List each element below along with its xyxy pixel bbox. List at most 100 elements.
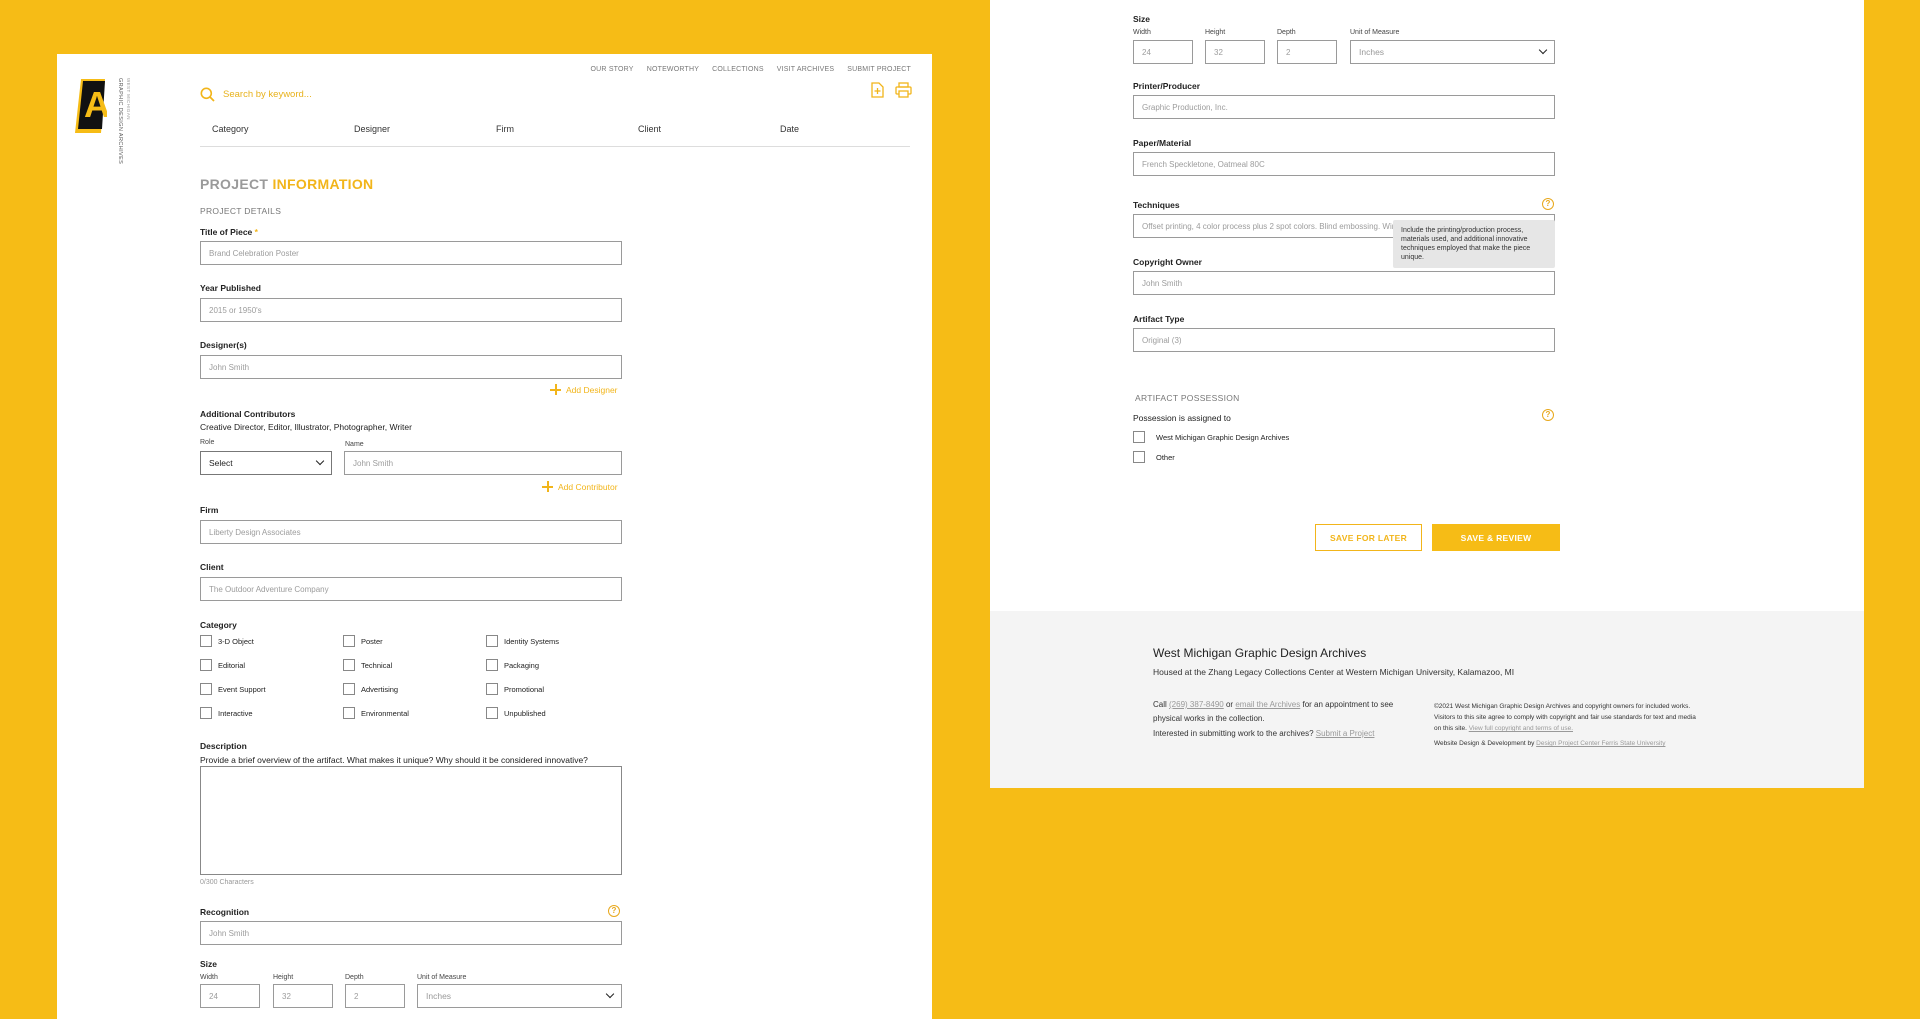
- firm-input[interactable]: Liberty Design Associates: [200, 520, 622, 544]
- category-packaging[interactable]: Packaging: [486, 659, 539, 671]
- footer-terms-link[interactable]: View full copyright and terms of use.: [1469, 725, 1573, 732]
- footer-submit-link[interactable]: Submit a Project: [1316, 729, 1375, 738]
- description-textarea[interactable]: [200, 766, 622, 875]
- copyright-input[interactable]: John Smith: [1133, 271, 1555, 295]
- checkbox-label: Editorial: [218, 660, 246, 670]
- add-contributor-button[interactable]: Add Contributor: [542, 481, 618, 492]
- site-footer: West Michigan Graphic Design Archives Ho…: [990, 611, 1864, 788]
- filter-designer[interactable]: Designer: [342, 124, 484, 146]
- nav-our-story[interactable]: OUR STORY: [591, 66, 634, 73]
- add-document-icon[interactable]: [870, 82, 885, 98]
- category-unpublished[interactable]: Unpublished: [486, 707, 546, 719]
- help-icon[interactable]: ?: [1542, 409, 1554, 421]
- unit-label: Unit of Measure: [1350, 29, 1400, 36]
- printer-input[interactable]: Graphic Production, Inc.: [1133, 95, 1555, 119]
- search-bar[interactable]: Search by keyword...: [200, 82, 500, 106]
- logo-wordmark: GRAPHIC DESIGN ARCHIVES WEST MICHIGAN: [113, 78, 131, 164]
- nav-collections[interactable]: COLLECTIONS: [712, 66, 764, 73]
- category-event-support[interactable]: Event Support: [200, 683, 266, 695]
- page-title: PROJECT INFORMATION: [200, 176, 373, 192]
- width-input[interactable]: 24: [1133, 40, 1193, 64]
- category-promotional[interactable]: Promotional: [486, 683, 544, 695]
- help-icon[interactable]: ?: [1542, 198, 1554, 210]
- plus-icon: [550, 384, 561, 395]
- nav-noteworthy[interactable]: NOTEWORTHY: [647, 66, 699, 73]
- search-icon[interactable]: [200, 87, 215, 102]
- save-for-later-button[interactable]: SAVE FOR LATER: [1315, 524, 1422, 551]
- checkbox-label: Advertising: [361, 684, 399, 694]
- checkbox[interactable]: [1133, 451, 1145, 463]
- checkbox[interactable]: [200, 635, 212, 647]
- possession-option-other[interactable]: Other: [1133, 451, 1175, 463]
- footer-credit-link[interactable]: Design Project Center Ferris State Unive…: [1536, 740, 1665, 747]
- required-asterisk: *: [254, 227, 258, 237]
- paper-label: Paper/Material: [1133, 138, 1192, 148]
- year-label: Year Published: [200, 283, 261, 293]
- unit-select[interactable]: Inches: [417, 984, 622, 1008]
- checkbox[interactable]: [486, 635, 498, 647]
- add-designer-button[interactable]: Add Designer: [550, 384, 618, 395]
- height-input[interactable]: 32: [1205, 40, 1265, 64]
- checkbox[interactable]: [486, 659, 498, 671]
- title-input[interactable]: Brand Celebration Poster: [200, 241, 622, 265]
- filter-date[interactable]: Date: [768, 124, 910, 146]
- unit-select[interactable]: Inches: [1350, 40, 1555, 64]
- logo-subtext: WEST MICHIGAN: [126, 78, 131, 120]
- category-editorial[interactable]: Editorial: [200, 659, 245, 671]
- category-3d-object[interactable]: 3-D Object: [200, 635, 254, 647]
- save-and-review-button[interactable]: SAVE & REVIEW: [1432, 524, 1560, 551]
- contributor-name-input[interactable]: John Smith: [344, 451, 622, 475]
- category-environmental[interactable]: Environmental: [343, 707, 409, 719]
- possession-option-wmgda[interactable]: West Michigan Graphic Design Archives: [1133, 431, 1289, 443]
- checkbox[interactable]: [200, 707, 212, 719]
- width-label: Width: [1133, 29, 1151, 36]
- section-artifact-possession: ARTIFACT POSSESSION: [1135, 393, 1240, 403]
- recognition-label: Recognition: [200, 907, 250, 917]
- help-icon[interactable]: ?: [608, 905, 620, 917]
- checkbox[interactable]: [486, 683, 498, 695]
- nav-visit-archives[interactable]: VISIT ARCHIVES: [777, 66, 835, 73]
- checkbox[interactable]: [343, 707, 355, 719]
- width-input[interactable]: 24: [200, 984, 260, 1008]
- category-technical[interactable]: Technical: [343, 659, 392, 671]
- checkbox[interactable]: [343, 635, 355, 647]
- checkbox-label: Promotional: [504, 684, 545, 694]
- checkbox[interactable]: [1133, 431, 1145, 443]
- print-icon[interactable]: [895, 82, 912, 98]
- filter-bar: Category Designer Firm Client Date: [200, 124, 910, 147]
- depth-input[interactable]: 2: [345, 984, 405, 1008]
- paper-input[interactable]: French Speckletone, Oatmeal 80C: [1133, 152, 1555, 176]
- checkbox[interactable]: [200, 683, 212, 695]
- artifact-type-input[interactable]: Original (3): [1133, 328, 1555, 352]
- size-label: Size: [200, 959, 218, 969]
- checkbox[interactable]: [343, 659, 355, 671]
- category-advertising[interactable]: Advertising: [343, 683, 398, 695]
- category-poster[interactable]: Poster: [343, 635, 383, 647]
- checkbox[interactable]: [343, 683, 355, 695]
- footer-email-link[interactable]: email the Archives: [1235, 700, 1300, 709]
- designers-input[interactable]: John Smith: [200, 355, 622, 379]
- category-label: Category: [200, 620, 237, 630]
- site-logo[interactable]: A GRAPHIC DESIGN ARCHIVES WEST MICHIGAN: [75, 74, 155, 164]
- recognition-input[interactable]: John Smith: [200, 921, 622, 945]
- artifact-type-label: Artifact Type: [1133, 314, 1185, 324]
- filter-firm[interactable]: Firm: [484, 124, 626, 146]
- client-input[interactable]: The Outdoor Adventure Company: [200, 577, 622, 601]
- filter-category[interactable]: Category: [200, 124, 342, 146]
- checkbox[interactable]: [486, 707, 498, 719]
- footer-title: West Michigan Graphic Design Archives: [1153, 646, 1367, 660]
- chevron-down-icon: [315, 456, 325, 466]
- height-input[interactable]: 32: [273, 984, 333, 1008]
- category-identity-systems[interactable]: Identity Systems: [486, 635, 559, 647]
- size-label: Size: [1133, 14, 1151, 24]
- depth-input[interactable]: 2: [1277, 40, 1337, 64]
- search-input[interactable]: Search by keyword...: [223, 89, 312, 100]
- footer-phone-link[interactable]: (269) 387-8490: [1169, 700, 1224, 709]
- depth-label: Depth: [1277, 29, 1296, 36]
- category-interactive[interactable]: Interactive: [200, 707, 253, 719]
- year-input[interactable]: 2015 or 1950's: [200, 298, 622, 322]
- nav-submit-project[interactable]: SUBMIT PROJECT: [847, 66, 911, 73]
- checkbox[interactable]: [200, 659, 212, 671]
- role-select[interactable]: Select: [200, 451, 332, 475]
- filter-client[interactable]: Client: [626, 124, 768, 146]
